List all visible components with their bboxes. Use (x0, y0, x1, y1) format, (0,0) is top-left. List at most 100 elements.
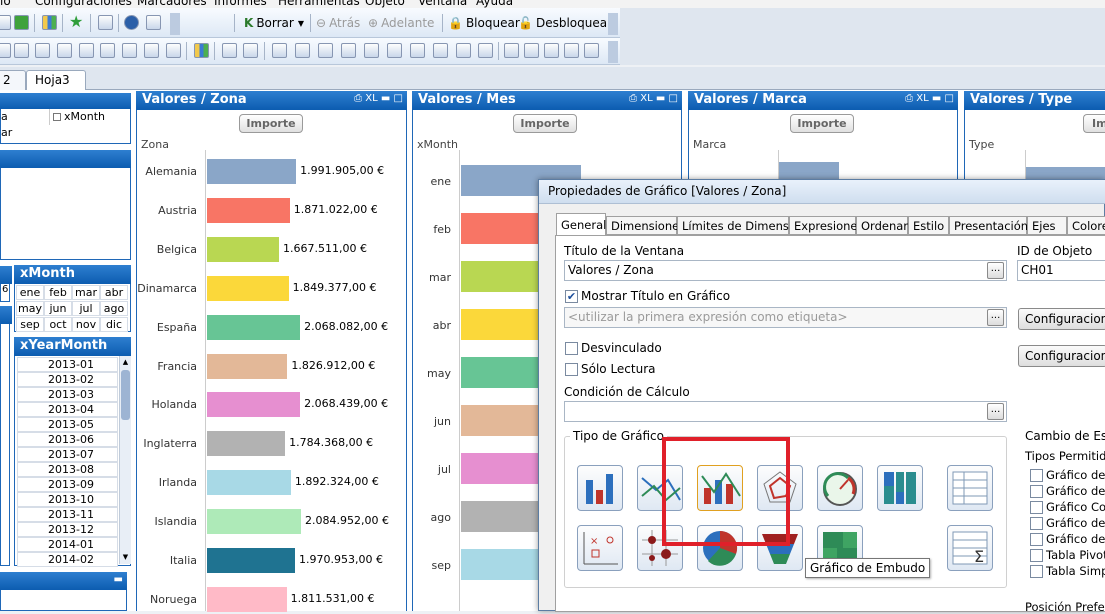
allowed-type-checkbox[interactable] (1030, 485, 1043, 498)
yearmonth-item[interactable]: 2014-02 (17, 552, 118, 567)
maximize-icon[interactable]: □ (669, 93, 678, 104)
yearmonth-item[interactable]: 2013-02 (17, 372, 118, 387)
zona-bar[interactable] (207, 314, 301, 340)
zona-bar[interactable] (207, 236, 279, 262)
zona-bar[interactable] (207, 159, 297, 184)
title-expression-input[interactable]: <utilizar la primera expresión como etiq… (564, 307, 1007, 328)
type-chart-header[interactable]: Valores / Type (964, 91, 1105, 110)
dialog-tab[interactable]: Colores (1067, 216, 1105, 235)
check-icon[interactable] (14, 15, 29, 30)
allowed-type-checkbox[interactable] (1030, 469, 1043, 482)
month-cell[interactable]: ago (100, 301, 128, 316)
yearmonth-item[interactable]: 2013-07 (17, 447, 118, 462)
excel-export-button[interactable]: XL (365, 93, 377, 104)
zona-bar[interactable] (207, 470, 291, 496)
yearmonth-item[interactable]: 2013-06 (17, 432, 118, 447)
month-cell[interactable]: ene (16, 285, 44, 300)
edit-icon[interactable] (98, 15, 113, 30)
zona-bar[interactable] (207, 197, 290, 223)
zona-bar[interactable] (207, 548, 295, 573)
sheet-props-icon[interactable] (524, 43, 539, 58)
yearmonth-item[interactable]: 2014-01 (17, 537, 118, 552)
dialog-tab[interactable]: Dimensiones (606, 216, 685, 235)
minimize-icon[interactable]: ▬ (656, 93, 665, 104)
importe-button[interactable]: Importe (239, 114, 303, 133)
dialog-tab[interactable]: Expresiones (789, 216, 864, 235)
month-cell[interactable]: jun (44, 301, 72, 316)
properties-icon[interactable] (504, 43, 519, 58)
dialog-tab[interactable]: Ordenar (856, 216, 908, 235)
straight-table-type-button[interactable]: Σ (947, 525, 993, 571)
toolbar-overflow-icon[interactable] (608, 41, 618, 63)
month-cell[interactable]: feb (44, 285, 72, 300)
bar-chart-type-button[interactable] (577, 465, 623, 511)
scrollbar[interactable]: ▲ ▼ (119, 356, 131, 564)
doc-props-icon[interactable] (544, 43, 559, 58)
zona-bar[interactable] (207, 392, 301, 418)
chart-icon[interactable] (42, 15, 57, 30)
excel-export-button[interactable]: XL (916, 93, 928, 104)
zona-bar[interactable] (207, 586, 287, 612)
title-expression-ellipsis-button[interactable]: ... (987, 309, 1004, 326)
borrar-button[interactable]: K Borrar ▼ (244, 14, 304, 32)
align-middle-icon[interactable] (364, 43, 379, 58)
desbloquear-button[interactable]: 🔓 Desbloquear (518, 14, 612, 32)
dialog-tab[interactable]: General (556, 213, 606, 236)
line-chart-type-button[interactable] (637, 465, 683, 511)
zona-bar[interactable] (207, 353, 288, 379)
maximize-icon[interactable]: □ (945, 93, 954, 104)
distribute-vertical-icon[interactable] (433, 43, 448, 58)
month-cell[interactable]: sep (16, 317, 44, 332)
window-title-input[interactable]: Valores / Zona (564, 260, 1007, 281)
menu-item-ayuda[interactable]: Ayuda (476, 0, 513, 8)
zona-chart-header[interactable]: Valores / Zona ⎙ XL ▬ □ (136, 91, 407, 110)
month-cell[interactable]: jul (72, 301, 100, 316)
yearmonth-item[interactable]: 2013-04 (17, 402, 118, 417)
atras-button[interactable]: ⊖ Atrás (316, 14, 360, 32)
align-bottom-icon[interactable] (387, 43, 402, 58)
mes-chart-header[interactable]: Valores / Mes ⎙ XL ▬ □ (412, 91, 682, 110)
dialog-tab[interactable]: Presentación (949, 216, 1028, 235)
allowed-type-checkbox[interactable] (1030, 501, 1043, 514)
yearmonth-item[interactable]: 2013-01 (17, 357, 118, 372)
importe-button[interactable]: Importe (513, 114, 577, 133)
menu-item-marcadores[interactable]: Marcadores (137, 0, 207, 8)
align-top-icon[interactable] (341, 43, 356, 58)
button-object-icon[interactable] (100, 43, 115, 58)
menu-item-configuraciones[interactable]: Configuraciones (35, 0, 132, 8)
print-icon[interactable]: ⎙ (629, 93, 637, 104)
month-cell[interactable]: oct (44, 317, 72, 332)
toolbar-overflow-icon[interactable] (170, 13, 180, 35)
yearmonth-item[interactable]: 2013-09 (17, 477, 118, 492)
funnel-chart-type-button[interactable] (757, 525, 803, 571)
reload-icon[interactable] (584, 43, 599, 58)
importe-button[interactable]: Importe (790, 114, 854, 133)
allowed-type-checkbox[interactable] (1030, 533, 1043, 546)
yearmonth-item[interactable]: 2013-05 (17, 417, 118, 432)
month-cell[interactable]: mar (72, 285, 100, 300)
dialog-tab[interactable]: Límites de Dimensión (677, 216, 806, 235)
calc-condition-ellipsis-button[interactable]: ... (987, 403, 1004, 420)
mekko-chart-type-button[interactable] (877, 465, 923, 511)
combo-chart-type-button[interactable] (697, 465, 743, 511)
maximize-icon[interactable]: □ (394, 93, 403, 104)
same-width-icon[interactable] (456, 43, 471, 58)
menu-item-ventana[interactable]: Ventana (418, 0, 467, 8)
scatter-chart-type-button[interactable]: × (577, 525, 623, 571)
table-icon[interactable] (57, 43, 72, 58)
design-icon[interactable] (0, 43, 11, 58)
menu-item-objeto[interactable]: Objeto (365, 0, 405, 8)
excel-export-button[interactable]: XL (640, 93, 652, 104)
help-icon[interactable] (124, 15, 139, 30)
yearmonth-item[interactable]: 2013-12 (17, 522, 118, 537)
configuraciones-button[interactable]: Configuraciones (1018, 308, 1105, 330)
menu-item-archivo[interactable]: lo (0, 0, 11, 8)
grid-chart-type-button[interactable] (637, 525, 683, 571)
multibox-icon[interactable] (79, 43, 94, 58)
sheet-tab-hoja3[interactable]: Hoja3 (26, 70, 86, 90)
listbox-icon[interactable] (14, 43, 29, 58)
dialog-tab[interactable]: Estilo (908, 216, 949, 235)
same-height-icon[interactable] (478, 43, 493, 58)
month-cell[interactable]: nov (72, 317, 100, 332)
allowed-type-checkbox[interactable] (1030, 517, 1043, 530)
